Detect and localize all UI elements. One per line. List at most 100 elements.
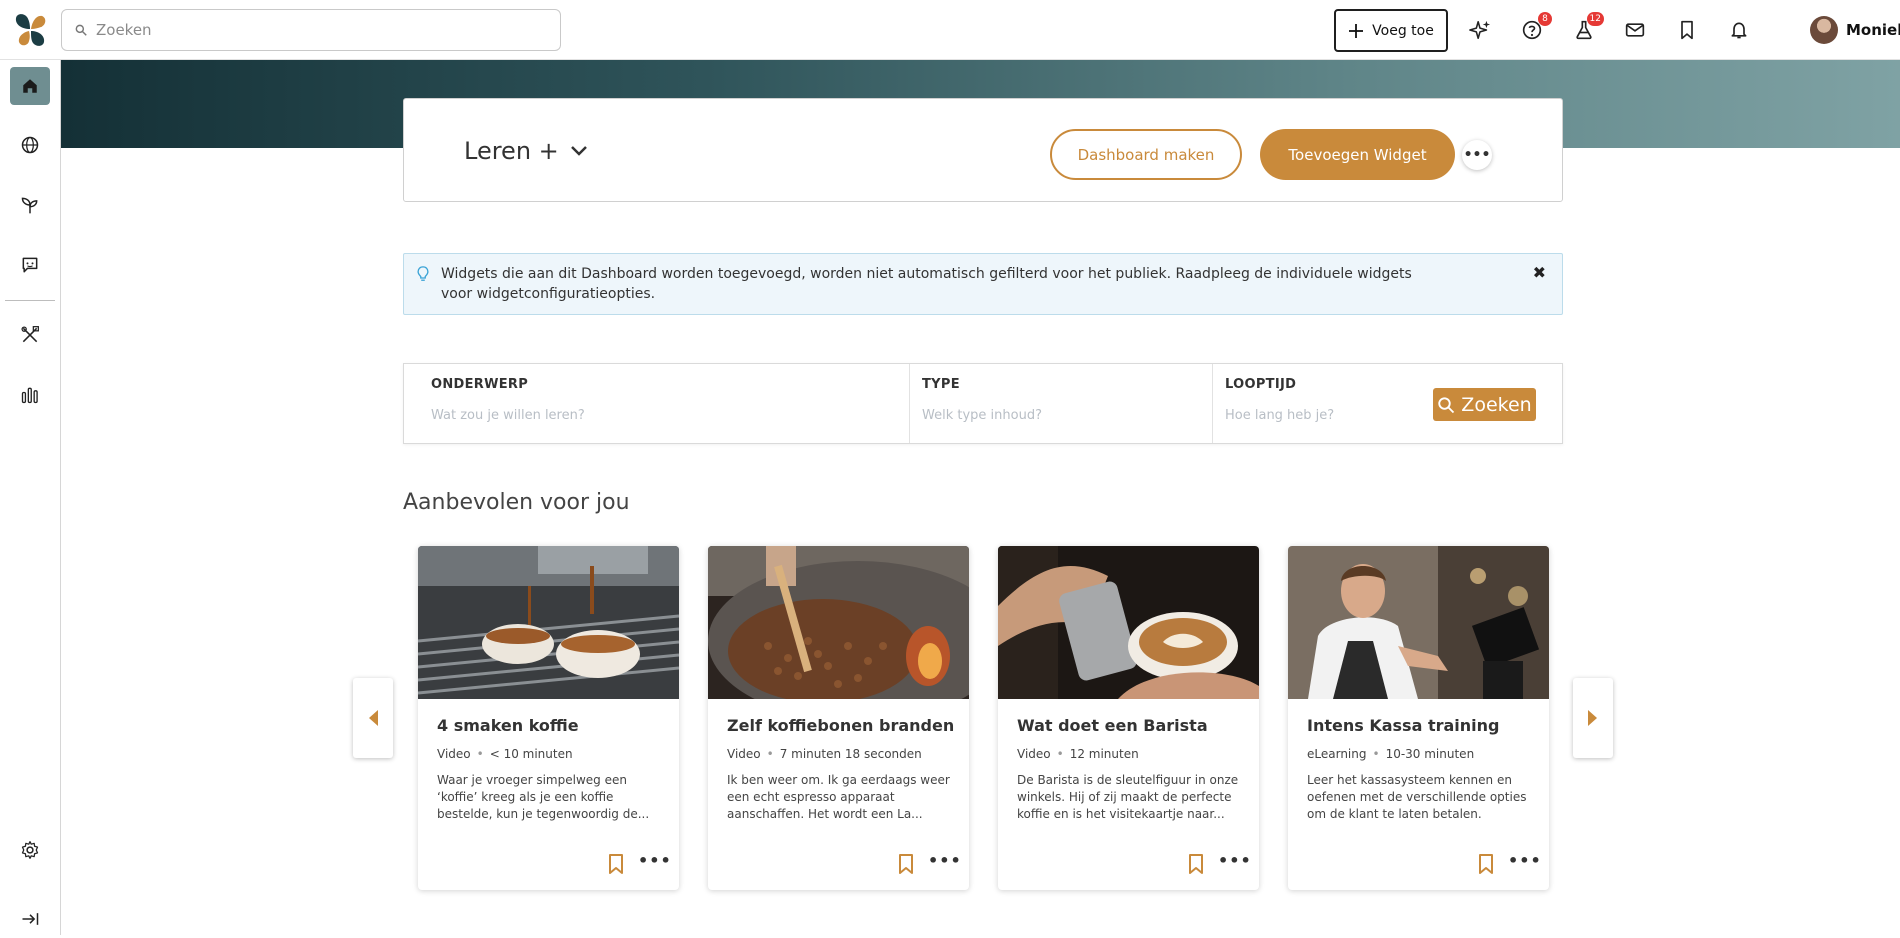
global-search[interactable] <box>61 9 561 51</box>
globe-icon <box>21 136 39 154</box>
card-meta: eLearning • 10-30 minuten <box>1307 747 1475 761</box>
bookmark-icon[interactable] <box>1478 854 1494 874</box>
filter-divider <box>909 364 910 443</box>
arrow-left-icon <box>369 710 378 726</box>
filter-search-label: Zoeken <box>1461 393 1532 416</box>
sidebar-item-analytics[interactable] <box>10 376 50 414</box>
card-description: De Barista is de sleutelfiguur in onze w… <box>1017 773 1239 821</box>
lab-badge: 12 <box>1586 12 1604 26</box>
card-type: Video <box>1017 747 1051 761</box>
chat-icon <box>22 257 38 273</box>
user-menu[interactable]: Moniek <box>1810 16 1900 44</box>
duration-input[interactable] <box>1225 408 1415 423</box>
card-meta: Video • 7 minuten 18 seconden <box>727 747 922 761</box>
card-more-icon[interactable]: ••• <box>1218 851 1252 870</box>
dashboard-header: Leren + Dashboard maken Toevoegen Widget… <box>403 98 1563 202</box>
sidebar <box>0 60 61 935</box>
content-card[interactable]: Intens Kassa training eLearning • 10-30 mi… <box>1288 546 1549 890</box>
info-notice: Widgets die aan dit Dashboard worden toe… <box>403 253 1563 315</box>
card-type: Video <box>727 747 761 761</box>
more-options-icon[interactable]: ••• <box>1462 140 1492 170</box>
card-description: Leer het kassasysteem kennen en oefenen … <box>1307 773 1527 821</box>
card-more-icon[interactable]: ••• <box>1508 851 1542 870</box>
bar-chart-icon <box>21 387 38 404</box>
card-title[interactable]: 4 smaken koffie <box>437 716 579 735</box>
card-duration: 10-30 minuten <box>1385 747 1475 761</box>
lab-flask-icon[interactable]: 12 <box>1572 12 1604 42</box>
add-widget-button[interactable]: Toevoegen Widget <box>1260 129 1455 180</box>
sidebar-item-home[interactable] <box>10 67 50 105</box>
bookmark-icon[interactable] <box>608 854 624 874</box>
filter-subject: ONDERWERP <box>431 364 901 443</box>
sidebar-item-explore[interactable] <box>10 126 50 164</box>
card-meta: Video • < 10 minuten <box>437 747 573 761</box>
help-icon[interactable]: 8 <box>1520 12 1552 42</box>
app-logo[interactable] <box>12 12 48 48</box>
content-card[interactable]: Wat doet een Barista Video • 12 minuten De… <box>998 546 1259 890</box>
sidebar-item-growth[interactable] <box>10 186 50 224</box>
gear-icon <box>21 841 39 859</box>
close-icon[interactable]: ✖ <box>1533 263 1546 282</box>
card-image-espresso <box>418 546 679 699</box>
mail-icon[interactable] <box>1623 18 1647 42</box>
sidebar-item-messages[interactable] <box>10 246 50 284</box>
content-card[interactable]: 4 smaken koffie Video • < 10 minuten Waar … <box>418 546 679 890</box>
search-icon <box>1438 396 1455 413</box>
card-more-icon[interactable]: ••• <box>638 851 672 870</box>
lightbulb-icon <box>417 266 429 281</box>
bookmark-icon[interactable] <box>898 854 914 874</box>
card-meta: Video • 12 minuten <box>1017 747 1139 761</box>
filter-duration-label: LOOPTIJD <box>1225 377 1297 392</box>
help-badge: 8 <box>1538 12 1552 26</box>
card-type: Video <box>437 747 471 761</box>
card-title[interactable]: Wat doet een Barista <box>1017 716 1208 735</box>
card-more-icon[interactable]: ••• <box>928 851 962 870</box>
sidebar-divider <box>5 300 55 301</box>
home-icon <box>23 79 37 93</box>
filter-type: TYPE <box>922 364 1202 443</box>
card-image-cashier <box>1288 546 1549 699</box>
add-button[interactable]: Voeg toe <box>1334 9 1448 52</box>
card-duration: 12 minuten <box>1069 747 1139 761</box>
bookmark-icon[interactable] <box>1675 18 1699 42</box>
plus-icon <box>1349 23 1364 38</box>
sidebar-item-tools[interactable] <box>10 316 50 354</box>
section-title: Aanbevolen voor jou <box>403 490 630 515</box>
chevron-down-icon <box>570 146 587 156</box>
bookmark-icon[interactable] <box>1188 854 1204 874</box>
content-card[interactable]: Zelf koffiebonen branden Video • 7 minuten… <box>708 546 969 890</box>
sidebar-collapse[interactable] <box>10 900 50 938</box>
tools-icon <box>21 326 39 343</box>
card-description: Waar je vroeger simpelweg een ‘koffie’ k… <box>437 773 650 821</box>
card-image-coffee-roasting <box>708 546 969 721</box>
dashboard-title: Leren + <box>464 137 559 165</box>
sidebar-item-settings[interactable] <box>10 831 50 869</box>
collapse-icon <box>22 913 39 925</box>
sprout-icon <box>21 197 38 214</box>
avatar <box>1810 16 1838 44</box>
type-input[interactable] <box>922 408 1162 423</box>
filter-search-button[interactable]: Zoeken <box>1433 388 1536 421</box>
card-type: eLearning <box>1307 747 1367 761</box>
top-bar: Voeg toe 8 12 Moniek <box>0 0 1900 60</box>
card-title[interactable]: Intens Kassa training <box>1307 716 1499 735</box>
user-name: Moniek <box>1846 21 1900 39</box>
learning-search-filters: ONDERWERP TYPE LOOPTIJD Zoeken <box>403 363 1563 444</box>
add-button-label: Voeg toe <box>1372 22 1434 39</box>
carousel-prev-button[interactable] <box>353 678 393 758</box>
card-description: Ik ben weer om. Ik ga eerdaags weer een … <box>727 773 950 821</box>
carousel-next-button[interactable] <box>1573 678 1613 758</box>
card-duration: 7 minuten 18 seconden <box>779 747 922 761</box>
subject-input[interactable] <box>431 408 671 423</box>
ai-sparkle-icon[interactable] <box>1468 18 1492 42</box>
filter-type-label: TYPE <box>922 377 960 392</box>
search-input[interactable] <box>96 21 536 39</box>
card-image-latte-art <box>998 546 1259 699</box>
filter-divider <box>1212 364 1213 443</box>
search-icon <box>75 24 87 36</box>
card-duration: < 10 minuten <box>489 747 573 761</box>
card-title[interactable]: Zelf koffiebonen branden <box>727 716 954 735</box>
make-dashboard-button[interactable]: Dashboard maken <box>1050 129 1242 180</box>
dashboard-selector[interactable]: Leren + <box>464 137 589 165</box>
bell-icon[interactable] <box>1727 18 1751 42</box>
